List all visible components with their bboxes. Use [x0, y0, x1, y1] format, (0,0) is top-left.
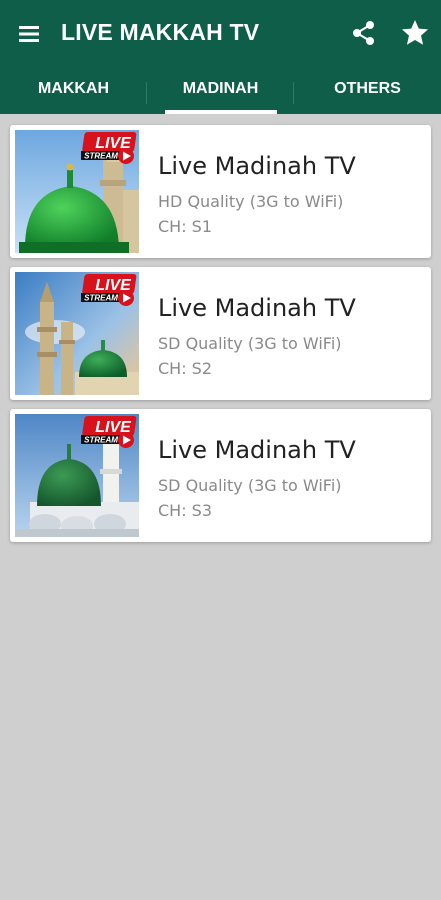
tab-others[interactable]: OTHERS: [294, 68, 441, 114]
channel-number: CH: S2: [158, 359, 213, 378]
channel-number: CH: S1: [158, 217, 213, 236]
toolbar: LIVE MAKKAH TV: [0, 0, 441, 68]
tab-bar: MAKKAH MADINAH OTHERS: [0, 68, 441, 114]
app-bar: LIVE MAKKAH TV MAKKAH MADINAH OTHERS: [0, 0, 441, 114]
channel-quality: SD Quality (3G to WiFi): [158, 334, 342, 353]
channel-number: CH: S3: [158, 501, 213, 520]
channel-title: Live Madinah TV: [158, 436, 356, 464]
tab-label: MADINAH: [182, 80, 259, 97]
selected-tab-indicator: [165, 110, 277, 114]
stream-badge-text: STREAM: [84, 152, 118, 161]
share-icon[interactable]: [350, 19, 378, 47]
channel-title: Live Madinah TV: [158, 152, 356, 180]
channel-quality: HD Quality (3G to WiFi): [158, 192, 344, 211]
app-title: LIVE MAKKAH TV: [61, 19, 260, 45]
tab-label: MAKKAH: [37, 80, 110, 97]
stream-badge-text: STREAM: [84, 436, 118, 445]
channel-card-s3[interactable]: LIVE STREAM Live Madinah TV SD Quality (…: [10, 409, 431, 542]
tab-label: OTHERS: [334, 80, 401, 97]
channel-card-s2[interactable]: LIVE STREAM Live Madinah TV SD Quality (…: [10, 267, 431, 400]
channel-thumbnail: LIVE STREAM: [15, 272, 139, 395]
tab-makkah[interactable]: MAKKAH: [0, 68, 147, 114]
channel-thumbnail: LIVE STREAM: [15, 130, 139, 253]
channel-title: Live Madinah TV: [158, 294, 356, 322]
channel-thumbnail: LIVE STREAM: [15, 414, 139, 537]
tab-madinah[interactable]: MADINAH: [147, 68, 294, 114]
stream-badge-text: STREAM: [84, 294, 118, 303]
star-icon[interactable]: [400, 18, 430, 48]
channel-quality: SD Quality (3G to WiFi): [158, 476, 342, 495]
hamburger-menu-icon[interactable]: [16, 20, 44, 48]
channel-card-s1[interactable]: LIVE STREAM Live Madinah TV HD Quality (…: [10, 125, 431, 258]
